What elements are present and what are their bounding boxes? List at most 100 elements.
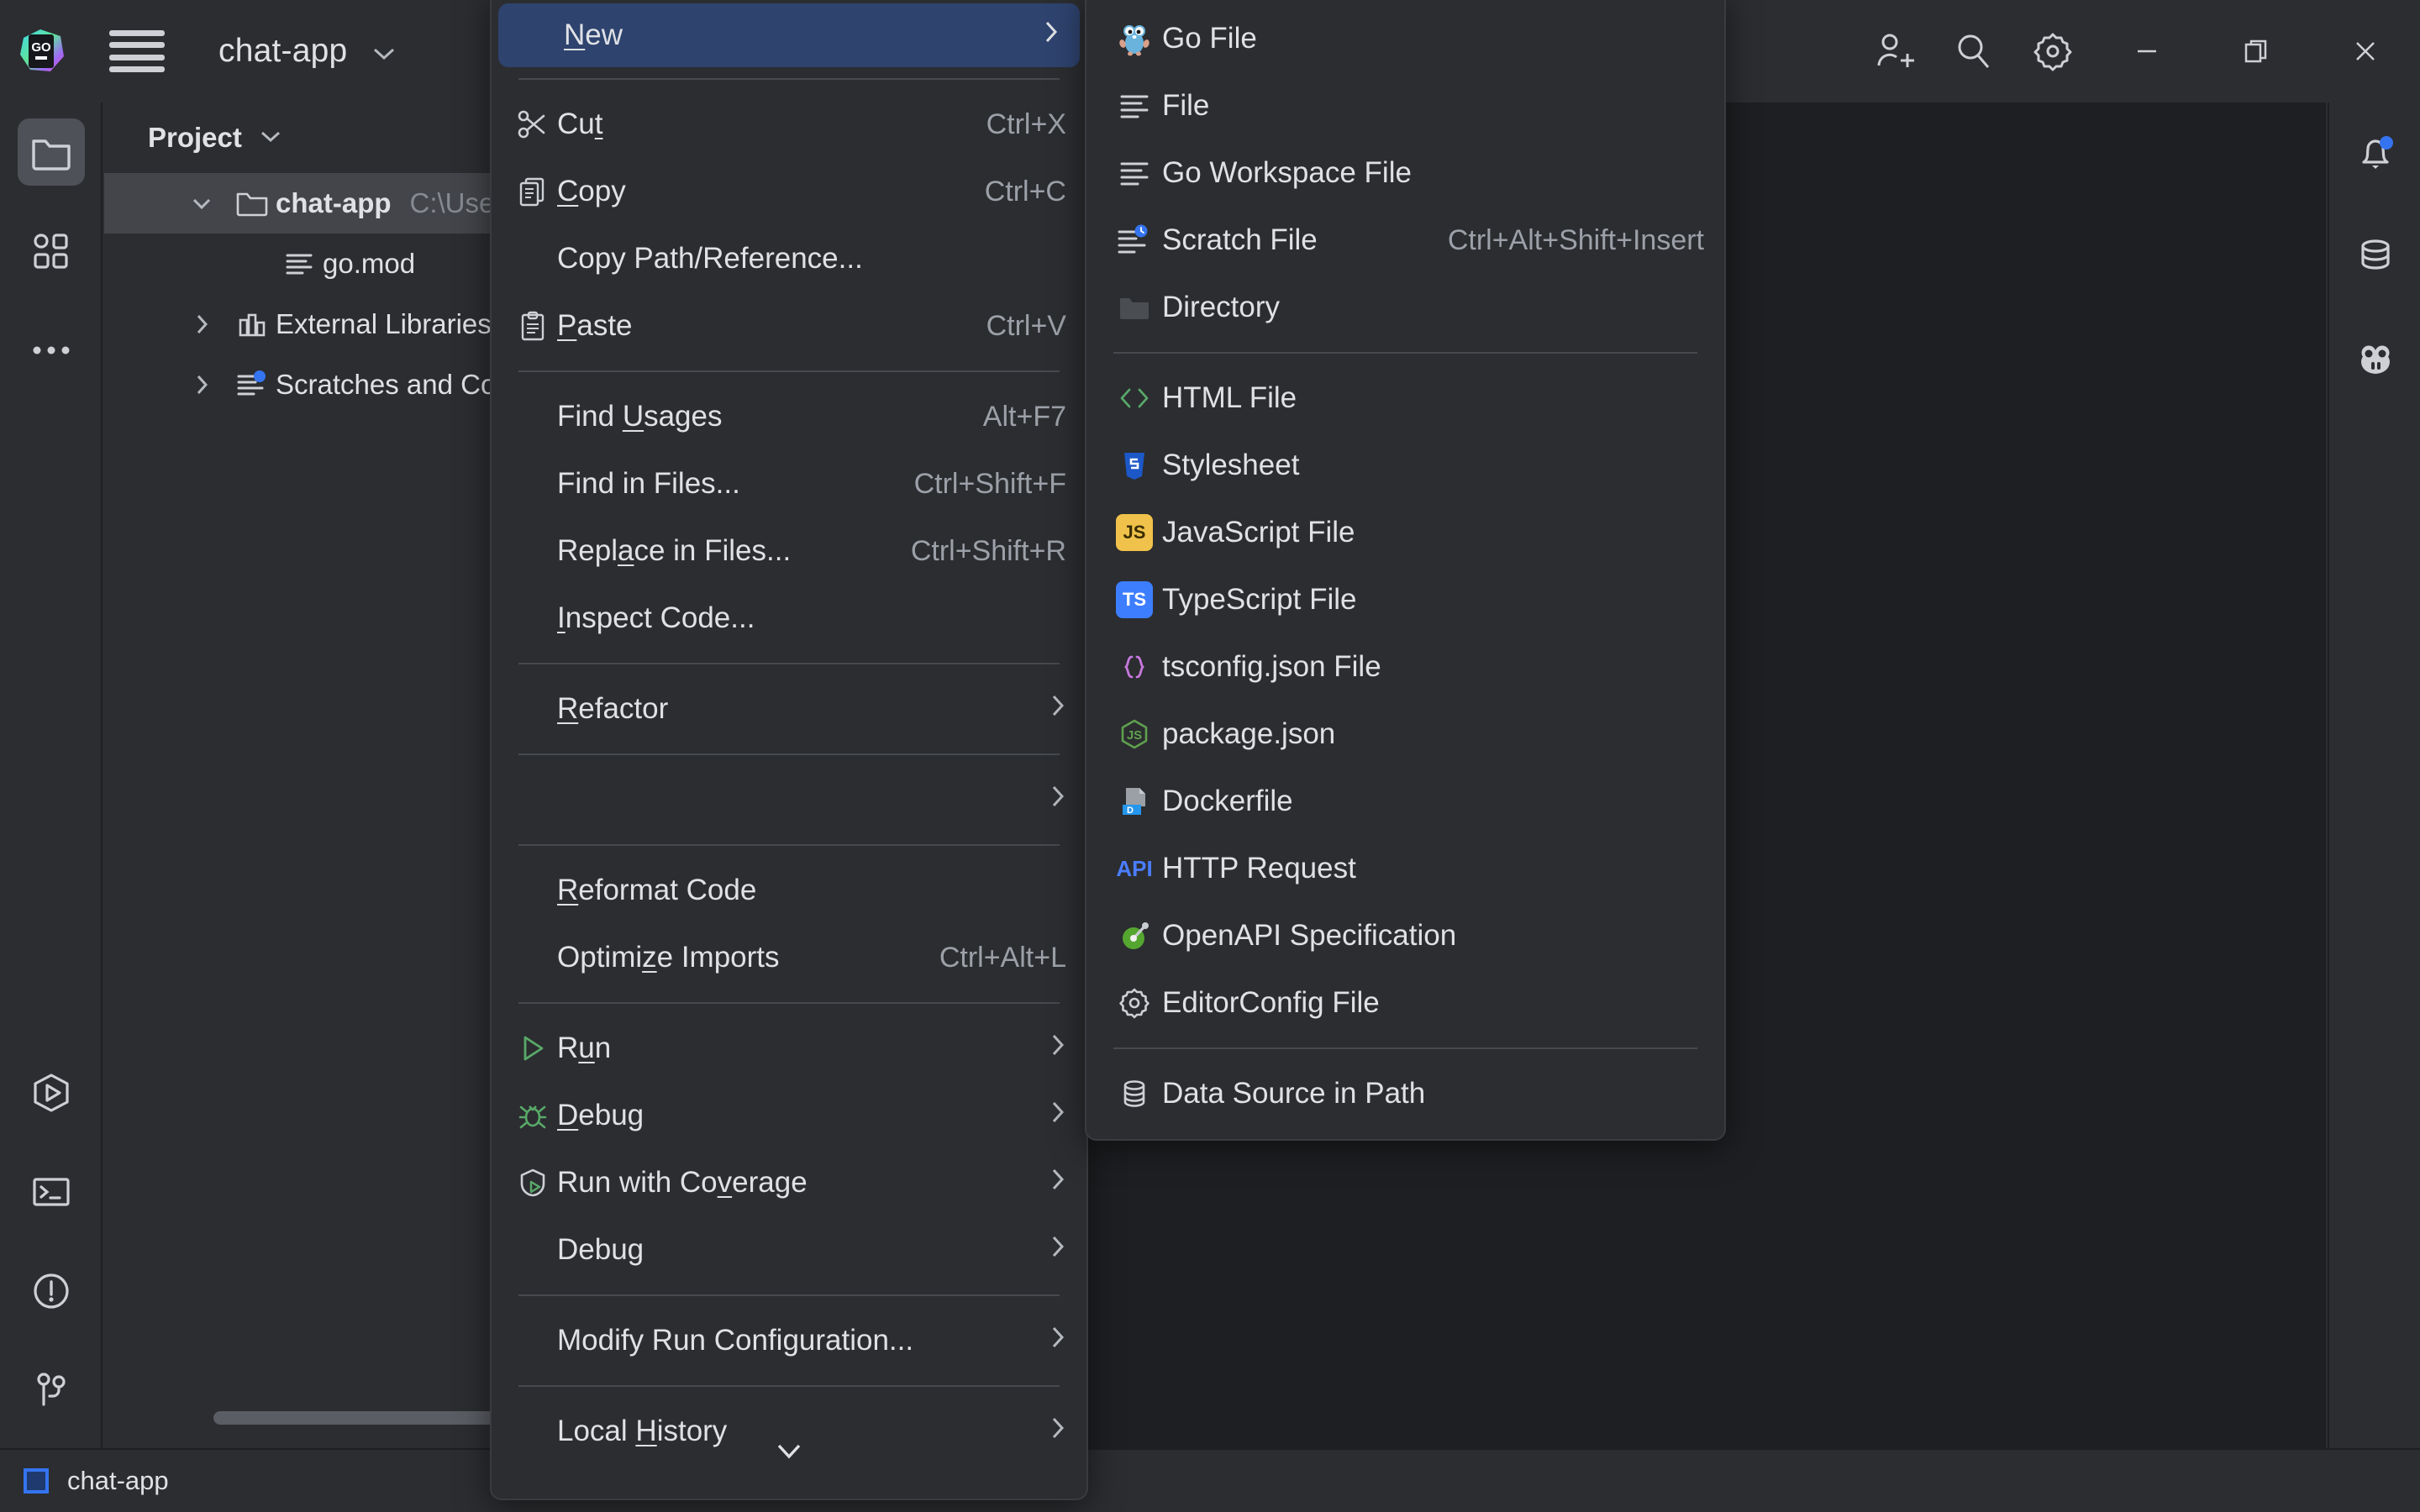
menu-item-find-usages[interactable]: Find Usages Alt+F7: [492, 383, 1086, 450]
minimize-icon: [2133, 37, 2161, 66]
submenu-item-openapi-specification[interactable]: OpenAPI Specification: [1086, 902, 1724, 969]
add-user-icon: [1873, 29, 1917, 73]
menu-item-copy[interactable]: Copy Ctrl+C: [492, 158, 1086, 225]
submenu-item-tsconfig-json-file[interactable]: tsconfig.json File: [1086, 633, 1724, 701]
chevron-right-icon: [1050, 1233, 1066, 1267]
submenu-item-label: tsconfig.json File: [1162, 650, 1704, 684]
structure-icon: [32, 232, 71, 270]
chevron-down-icon[interactable]: [175, 197, 229, 210]
submenu-item-label: File: [1162, 89, 1704, 123]
submenu-item-scratch-file[interactable]: Scratch File Ctrl+Alt+Shift+Insert: [1086, 207, 1724, 274]
submenu-item-label: Stylesheet: [1162, 449, 1704, 482]
menu-item-repair-ide-on-file[interactable]: [492, 1465, 1086, 1500]
project-horizontal-scrollbar[interactable]: [213, 1411, 533, 1425]
submenu-item-package-json[interactable]: JS package.json: [1086, 701, 1724, 768]
left-tool-stripe: [0, 102, 103, 1448]
menu-item-open-in[interactable]: Modify Run Configuration...: [492, 1307, 1086, 1374]
submenu-item-go-file[interactable]: Go File: [1086, 5, 1724, 72]
submenu-item-editorconfig-file[interactable]: EditorConfig File: [1086, 969, 1724, 1037]
sidebar-item-terminal[interactable]: [0, 1142, 103, 1242]
ts-icon: TS: [1107, 581, 1162, 618]
sidebar-item-version-control[interactable]: [0, 1341, 103, 1440]
menu-item-run-with-coverage[interactable]: Run with Coverage: [492, 1149, 1086, 1216]
submenu-item-javascript-file[interactable]: JS JavaScript File: [1086, 499, 1724, 566]
close-icon: [2351, 37, 2380, 66]
submenu-item-go-workspace-file[interactable]: Go Workspace File: [1086, 139, 1724, 207]
submenu-item-dockerfile[interactable]: D Dockerfile: [1086, 768, 1724, 835]
menu-item-debug[interactable]: Debug: [492, 1082, 1086, 1149]
menu-item-label: Modify Run Configuration...: [557, 1324, 1024, 1357]
project-selector[interactable]: chat-app: [218, 33, 397, 70]
chevron-right-icon[interactable]: [175, 374, 229, 396]
close-button[interactable]: [2311, 0, 2420, 102]
menu-item-shortcut: Ctrl+C: [985, 176, 1066, 208]
sidebar-item-problems[interactable]: [0, 1242, 103, 1341]
folder-filled-icon: [1107, 291, 1162, 324]
menu-item-shortcut: Ctrl+Shift+F: [914, 468, 1066, 501]
chevron-right-icon: [1050, 692, 1066, 726]
menu-item-cut[interactable]: Cut Ctrl+X: [492, 91, 1086, 158]
chevron-right-icon: [1050, 783, 1066, 816]
menu-item-inspect-code[interactable]: Inspect Code...: [492, 585, 1086, 652]
chevron-right-icon[interactable]: [175, 313, 229, 335]
submenu-item-html-file[interactable]: HTML File: [1086, 365, 1724, 432]
sidebar-item-notifications[interactable]: [2329, 102, 2420, 205]
menu-scroll-down-indicator[interactable]: [492, 1441, 1086, 1462]
submenu-item-label: Scratch File: [1162, 223, 1418, 257]
run-icon: [508, 1033, 557, 1063]
menu-item-new[interactable]: New: [498, 3, 1080, 67]
project-panel-title: Project: [148, 122, 242, 154]
submenu-item-stylesheet[interactable]: Stylesheet: [1086, 432, 1724, 499]
menu-item-refactor[interactable]: Refactor: [492, 675, 1086, 743]
menu-item-optimize-imports[interactable]: Optimize Imports Ctrl+Alt+L: [492, 924, 1086, 991]
sidebar-item-run[interactable]: [0, 1043, 103, 1142]
menu-item-modify-run-configuration[interactable]: Debug: [492, 1216, 1086, 1284]
menu-item-label: Find in Files...: [557, 467, 884, 501]
settings-button[interactable]: [2013, 0, 2092, 102]
library-icon: [229, 308, 276, 340]
menu-item-shortcut: Ctrl+Alt+L: [939, 942, 1066, 974]
search-button[interactable]: [1934, 0, 2013, 102]
menu-item-label: Optimize Imports: [557, 941, 909, 974]
menu-item-find-in-files[interactable]: Find in Files... Ctrl+Shift+F: [492, 450, 1086, 517]
submenu-item-typescript-file[interactable]: TS TypeScript File: [1086, 566, 1724, 633]
sidebar-item-project[interactable]: [0, 102, 103, 202]
menu-item-reformat-code[interactable]: Reformat Code: [492, 857, 1086, 924]
status-bar-project[interactable]: chat-app: [24, 1466, 169, 1496]
chevron-down-icon: [371, 33, 397, 69]
paste-icon: [508, 309, 557, 343]
submenu-item-label: HTTP Request: [1162, 852, 1704, 885]
menu-item-bookmarks[interactable]: [492, 766, 1086, 833]
menu-item-label: Run: [557, 1032, 1024, 1065]
submenu-item-label: JavaScript File: [1162, 516, 1704, 549]
menu-item-copy-path-reference[interactable]: Copy Path/Reference...: [492, 225, 1086, 292]
sidebar-item-structure[interactable]: [0, 202, 103, 301]
tree-item-label: External Libraries: [276, 308, 492, 340]
chevron-down-icon: [259, 129, 282, 147]
html-icon: [1107, 381, 1162, 415]
submenu-item-data-source-in-path[interactable]: Data Source in Path: [1086, 1060, 1724, 1127]
scratch-icon: [1107, 223, 1162, 257]
menu-item-label: Find Usages: [557, 400, 953, 433]
minimize-button[interactable]: [2092, 0, 2202, 102]
submenu-item-directory[interactable]: Directory: [1086, 274, 1724, 341]
gear-icon: [1107, 986, 1162, 1020]
main-menu-button[interactable]: [109, 30, 165, 72]
menu-item-replace-in-files[interactable]: Replace in Files... Ctrl+Shift+R: [492, 517, 1086, 585]
terminal-icon: [29, 1170, 73, 1214]
sidebar-item-more[interactable]: [0, 301, 103, 400]
coverage-icon: [508, 1168, 557, 1198]
svg-text:GO: GO: [31, 40, 51, 55]
sidebar-item-database[interactable]: [2329, 205, 2420, 307]
tree-item-label: chat-app: [276, 187, 392, 219]
submenu-item-file[interactable]: File: [1086, 72, 1724, 139]
add-user-button[interactable]: [1855, 0, 1934, 102]
submenu-item-http-request[interactable]: API HTTP Request: [1086, 835, 1724, 902]
sidebar-item-ai-assistant[interactable]: [2329, 307, 2420, 410]
menu-item-paste[interactable]: Paste Ctrl+V: [492, 292, 1086, 360]
chevron-right-icon: [1050, 1032, 1066, 1065]
menu-item-run[interactable]: Run: [492, 1015, 1086, 1082]
context-menu: New Cut Ctrl+X Copy: [490, 0, 1088, 1500]
js-icon: JS: [1107, 514, 1162, 551]
maximize-button[interactable]: [2202, 0, 2311, 102]
